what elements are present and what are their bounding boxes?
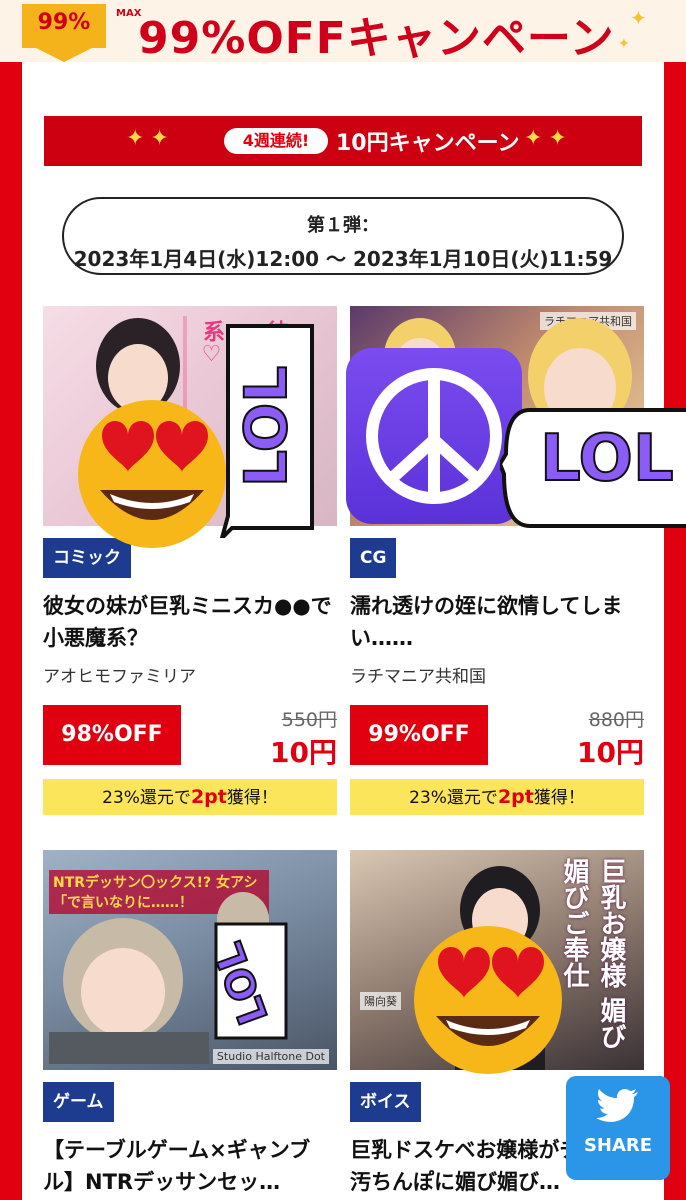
share-button[interactable]: SHARE <box>566 1076 670 1180</box>
sparkle-icon: ✦ <box>630 6 647 30</box>
point-reward: 23%還元で2pt獲得！ <box>43 779 337 815</box>
price-box: 98%OFF 550円 10円 <box>43 705 337 769</box>
lol-sticker: LOL <box>205 918 292 1044</box>
star-icons: ✦✦ <box>126 126 175 151</box>
point-prefix: 23%還元で <box>409 788 498 808</box>
category-badge[interactable]: ゲーム <box>43 1082 114 1122</box>
sale-price: 10円 <box>577 736 644 769</box>
product-card[interactable]: NTRデッサン〇ックス!? 女アシ「で言いなりに……！ Studio Halft… <box>43 850 337 1198</box>
thumbnail-label <box>49 1032 209 1064</box>
campaign-period: 第１弾： 2023年1月4日(水)12:00 〜 2023年1月10日(火)11… <box>62 197 624 275</box>
star-icons: ✦✦ <box>524 126 573 151</box>
product-thumbnail[interactable]: NTRデッサン〇ックス!? 女アシ「で言いなりに……！ Studio Halft… <box>43 850 337 1070</box>
lol-sticker: LOL <box>218 316 322 545</box>
ribbon-title: 10円キャンペーン <box>336 131 520 156</box>
peace-icon <box>346 348 522 524</box>
sparkle-icon: ✦ <box>618 36 630 52</box>
maker-name[interactable]: アオヒモファミリア <box>43 662 337 687</box>
discount-rate: 99%OFF <box>350 705 488 765</box>
heart-eyes-emoji-icon <box>72 392 232 552</box>
lol-sticker: LOL <box>497 404 686 532</box>
product-title[interactable]: 【テーブルゲーム×ギャンブル】NTRデッサンセッ… <box>43 1134 337 1198</box>
original-price: 550円 <box>281 709 337 731</box>
sale-price: 10円 <box>270 736 337 769</box>
maker-name[interactable]: ラチマニア共和国 <box>350 662 644 687</box>
product-title[interactable]: 彼女の妹が巨乳ミニスカ●●で小悪魔系？ <box>43 590 337 654</box>
price-box: 99%OFF 880円 10円 <box>350 705 644 769</box>
discount-badge-label: 99% <box>37 10 91 35</box>
thumbnail-studio: 陽向葵 <box>360 992 401 1010</box>
share-label: SHARE <box>583 1135 653 1156</box>
campaign-banner: 99% MAX 99%OFFキャンペーン ✦ ✦ <box>0 0 686 64</box>
product-title[interactable]: 濡れ透けの姪に欲情してしまい…… <box>350 590 644 654</box>
banner-headline: 99%OFFキャンペーン <box>138 13 615 64</box>
category-badge[interactable]: CG <box>350 538 397 578</box>
point-reward: 23%還元で2pt獲得！ <box>350 779 644 815</box>
weeks-pill: 4週連続! <box>224 128 328 154</box>
campaign-ribbon: ✦✦ 4週連続! 10円キャンペーン ✦✦ <box>44 116 642 166</box>
point-suffix: 獲得！ <box>533 788 585 808</box>
point-suffix: 獲得！ <box>226 788 278 808</box>
heart-eyes-emoji-icon <box>408 918 568 1078</box>
discount-badge: 99% <box>22 4 106 62</box>
point-value: 2pt <box>190 786 227 808</box>
twitter-bird-icon <box>566 1088 670 1133</box>
lol-text: LOL <box>231 364 301 487</box>
point-prefix: 23%還元で <box>102 788 191 808</box>
discount-rate: 98%OFF <box>43 705 181 765</box>
period-round: 第１弾： <box>307 215 379 236</box>
period-dates: 2023年1月4日(水)12:00 〜 2023年1月10日(火)11:59 <box>73 247 613 271</box>
thumbnail-studio: Studio Halftone Dot <box>212 1049 329 1064</box>
original-price: 880円 <box>588 709 644 731</box>
campaign-page: 99% MAX 99%OFFキャンペーン ✦ ✦ ✦✦ 4週連続! 10円キャン… <box>0 0 686 1200</box>
lol-text: LOL <box>539 421 675 497</box>
category-badge[interactable]: ボイス <box>350 1082 421 1122</box>
max-label: MAX <box>116 8 142 19</box>
point-value: 2pt <box>497 786 534 808</box>
